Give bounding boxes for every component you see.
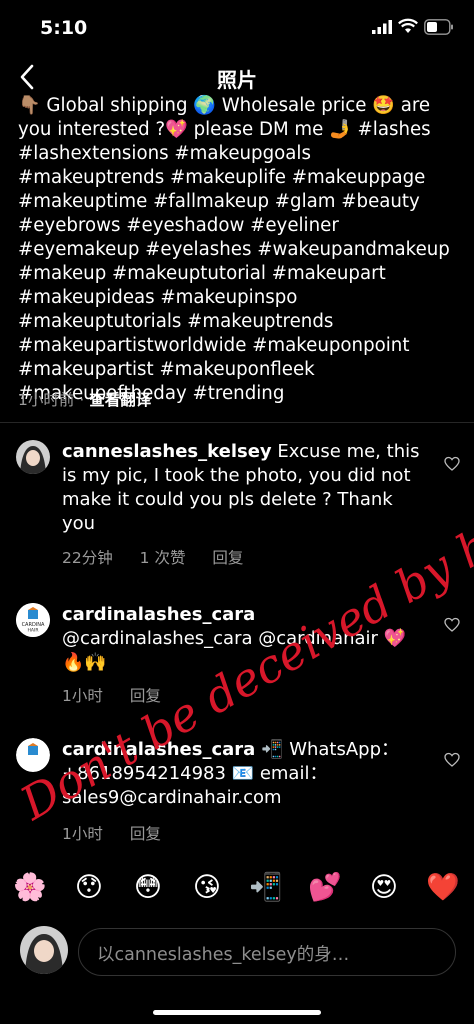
emoji-quick-bar: 🌸 😯 😳 😘 📲 💕 😍 ❤️: [0, 860, 474, 920]
caption-meta: 1小时前 · 查看翻译: [18, 388, 151, 410]
comment-username[interactable]: canneslashes_kelsey: [62, 441, 272, 462]
comment-body: cardinalashes_cara @cardinalashes_cara @…: [62, 603, 422, 675]
comment-meta: 22分钟 1 次赞 回复: [62, 546, 265, 568]
status-bar: 5:10: [0, 0, 474, 56]
comment-username[interactable]: cardinalashes_cara: [62, 739, 255, 760]
comment-item: canneslashes_kelsey Excuse me, this is m…: [16, 440, 460, 580]
comment-username[interactable]: cardinalashes_cara: [62, 603, 422, 627]
meta-separator: ·: [79, 391, 85, 409]
comment-item: CARDINA HAIR cardinalashes_cara @cardina…: [16, 603, 460, 713]
emoji-cherry-blossom[interactable]: 🌸: [12, 870, 48, 906]
reply-button[interactable]: 回复: [130, 687, 161, 705]
emoji-heart-eyes[interactable]: 😍: [366, 870, 402, 906]
reply-button[interactable]: 回复: [212, 549, 243, 567]
emoji-hushed-face[interactable]: 😯: [71, 870, 107, 906]
divider: [0, 422, 474, 423]
post-caption: 👇🏽 Global shipping 🌍 Wholesale price 🤩 a…: [18, 95, 450, 404]
heart-icon[interactable]: [444, 617, 460, 633]
comment-composer: 以canneslashes_kelsey的身…: [0, 918, 474, 988]
status-time: 5:10: [40, 17, 88, 39]
emoji-phone-arrow[interactable]: 📲: [248, 870, 284, 906]
heart-icon[interactable]: [444, 456, 460, 472]
cellular-signal-icon: [372, 20, 392, 34]
heart-icon[interactable]: [444, 752, 460, 768]
comment-item: cardinalashes_cara 📲 WhatsApp：+861895421…: [16, 738, 460, 848]
caption-time: 1小时前: [18, 391, 75, 409]
emoji-kissing-face[interactable]: 😘: [189, 870, 225, 906]
reply-button[interactable]: 回复: [130, 825, 161, 843]
comment-meta: 1小时 回复: [62, 822, 183, 844]
comment-body: canneslashes_kelsey Excuse me, this is m…: [62, 440, 422, 536]
comment-meta: 1小时 回复: [62, 684, 183, 706]
emoji-red-heart[interactable]: ❤️: [425, 870, 461, 906]
avatar[interactable]: [16, 738, 50, 772]
comment-time: 1小时: [62, 687, 103, 705]
comment-likes[interactable]: 1 次赞: [140, 549, 186, 567]
wifi-icon: [398, 18, 418, 33]
comment-input[interactable]: 以canneslashes_kelsey的身…: [78, 928, 456, 976]
comment-body: cardinalashes_cara 📲 WhatsApp：+861895421…: [62, 738, 422, 810]
avatar[interactable]: [16, 440, 50, 474]
avatar-logo-subtext: HAIR: [28, 628, 39, 634]
comment-input-placeholder: 以canneslashes_kelsey的身…: [97, 945, 350, 965]
avatar[interactable]: CARDINA HAIR: [16, 603, 50, 637]
comment-time: 22分钟: [62, 549, 113, 567]
battery-icon: [424, 19, 453, 35]
emoji-flushed-face[interactable]: 😳: [130, 870, 166, 906]
avatar: [20, 926, 68, 974]
emoji-two-hearts[interactable]: 💕: [307, 870, 343, 906]
comment-time: 1小时: [62, 825, 103, 843]
home-indicator: [153, 1010, 321, 1015]
comment-text: @cardinalashes_cara @cardinahair 💖🔥🙌: [62, 628, 407, 673]
see-translation-link[interactable]: 查看翻译: [89, 391, 151, 409]
page-title: 照片: [217, 68, 257, 92]
avatar-logo-text: CARDINA: [22, 622, 45, 628]
